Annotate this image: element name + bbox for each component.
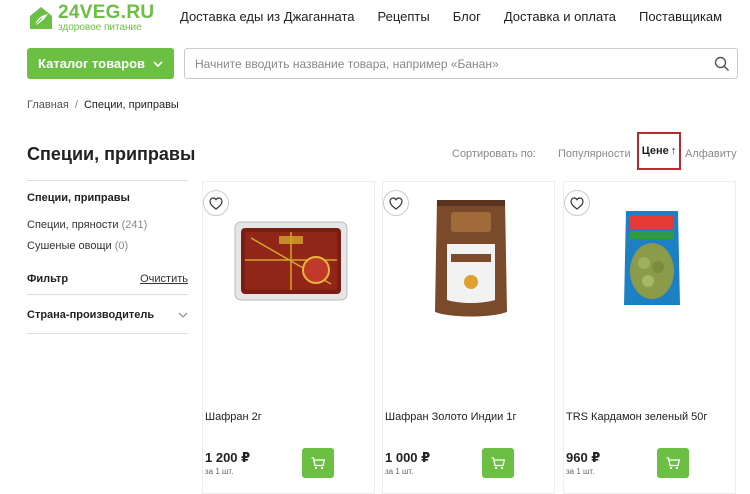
sidebar-divider [27, 294, 188, 295]
sort-price-label: Цене [641, 145, 669, 157]
sort-popularity[interactable]: Популярности [558, 148, 631, 160]
main-nav: Доставка еды из Джаганната Рецепты Блог … [180, 9, 745, 24]
heart-icon [209, 196, 223, 210]
product-card[interactable]: TRS Кардамон зеленый 50г 960 ₽ за 1 шт. [563, 181, 736, 494]
logo-icon [30, 7, 52, 29]
filter-label: Фильтр [27, 273, 69, 285]
product-unit: за 1 шт. [385, 467, 414, 476]
heart-icon [570, 196, 584, 210]
sidebar-item-label: Сушеные овощи [27, 240, 112, 252]
product-unit: за 1 шт. [566, 467, 595, 476]
heart-icon [389, 196, 403, 210]
product-card[interactable]: Шафран 2г 1 200 ₽ за 1 шт. [202, 181, 375, 494]
product-name[interactable]: Шафран Золото Индии 1г [385, 411, 517, 423]
sidebar-section-title: Специи, приправы [27, 192, 130, 204]
add-to-cart-button[interactable] [657, 448, 689, 478]
logo[interactable]: 24VEG.RU здоровое питание [27, 3, 154, 33]
cart-icon [666, 456, 680, 469]
product-price: 1 000 ₽ [385, 450, 431, 465]
sidebar-item-label: Специи, пряности [27, 219, 119, 231]
add-to-cart-button[interactable] [302, 448, 334, 478]
clear-filter-link[interactable]: Очистить [140, 273, 188, 285]
nav-item-suppliers[interactable]: Поставщикам [639, 9, 722, 24]
page-title: Специи, приправы [27, 144, 196, 164]
filter-country-label: Страна-производитель [27, 309, 155, 321]
catalog-button-label: Каталог товаров [38, 56, 146, 71]
nav-item-recipes[interactable]: Рецепты [378, 9, 430, 24]
search-icon[interactable] [707, 49, 737, 79]
product-name[interactable]: Шафран 2г [205, 411, 262, 423]
sort-arrow-icon: ↑ [670, 145, 677, 157]
product-price: 1 200 ₽ [205, 450, 251, 465]
chevron-down-icon [178, 312, 188, 318]
chevron-down-icon [153, 60, 163, 67]
sidebar-item-count: (241) [121, 219, 148, 231]
filter-country[interactable]: Страна-производитель [27, 309, 188, 321]
product-card[interactable]: Шафран Золото Индии 1г 1 000 ₽ за 1 шт. [382, 181, 555, 494]
breadcrumb-current: Специи, приправы [83, 99, 179, 111]
sidebar: Специи, приправы Специи, пряности (241) … [27, 180, 188, 334]
nav-item-blog[interactable]: Блог [453, 9, 481, 24]
sidebar-item-count: (0) [114, 240, 129, 252]
search-box [184, 48, 738, 79]
sort-label: Сортировать по: [452, 148, 536, 160]
cart-icon [491, 456, 505, 469]
product-price: 960 ₽ [566, 450, 601, 465]
logo-subtitle: здоровое питание [58, 22, 142, 33]
product-name[interactable]: TRS Кардамон зеленый 50г [566, 411, 707, 423]
product-image[interactable] [584, 196, 719, 321]
sidebar-item-dried-vegetables[interactable]: Сушеные овощи (0) [27, 240, 188, 252]
sidebar-divider [27, 180, 188, 181]
add-to-cart-button[interactable] [482, 448, 514, 478]
filter-row: Фильтр Очистить [27, 273, 188, 285]
sidebar-divider [27, 333, 188, 334]
sort-price[interactable]: Цене ↑ [637, 132, 681, 170]
nav-item-delivery[interactable]: Доставка и оплата [504, 9, 616, 24]
breadcrumb: Главная / Специи, приправы [27, 99, 179, 111]
logo-title: 24VEG.RU [58, 2, 155, 23]
header: 24VEG.RU здоровое питание Доставка еды и… [0, 0, 750, 36]
sort-alphabet[interactable]: Алфавиту [685, 148, 737, 160]
cart-icon [311, 456, 325, 469]
sidebar-item-spices[interactable]: Специи, пряности (241) [27, 219, 188, 231]
breadcrumb-home[interactable]: Главная [27, 99, 69, 111]
breadcrumb-separator: / [74, 99, 78, 111]
product-image[interactable] [223, 196, 358, 321]
catalog-button[interactable]: Каталог товаров [27, 48, 174, 79]
search-input[interactable] [185, 49, 707, 78]
product-unit: за 1 шт. [205, 467, 234, 476]
product-image[interactable] [403, 196, 538, 321]
nav-item-jagannath[interactable]: Доставка еды из Джаганната [180, 9, 355, 24]
